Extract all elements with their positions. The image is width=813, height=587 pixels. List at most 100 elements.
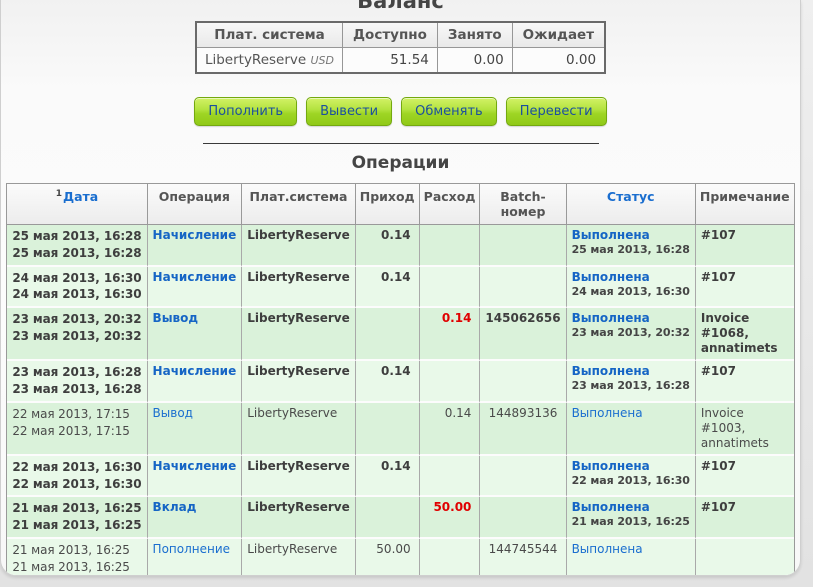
operations-title: Операции (351, 153, 450, 173)
payment-system-cell: LibertyReserve (242, 266, 356, 309)
income-cell (355, 308, 420, 362)
operation-cell: Начисление (147, 455, 243, 498)
content-card: Баланс Плат. система Доступно Занято Ожи… (0, 0, 801, 576)
status-sort-link[interactable]: Статус (607, 189, 655, 204)
status-cell: Выполнена (566, 402, 696, 456)
operation-link[interactable]: Начисление (153, 459, 237, 473)
column-header-operation: Операция (147, 184, 243, 225)
status-cell: Выполнена 23 мая 2013, 20:32 (566, 308, 696, 362)
income-cell (355, 402, 420, 456)
column-header-note: Примечание (695, 184, 794, 225)
column-header-income: Приход (355, 184, 420, 225)
status-date: 23 мая 2013, 16:28 (571, 379, 690, 393)
income-cell: 50.00 (355, 538, 420, 575)
exchange-button[interactable]: Обменять (401, 97, 497, 126)
table-row: 21 мая 2013, 16:25 21 мая 2013, 16:25 По… (7, 538, 794, 575)
status-cell: Выполнена 25 мая 2013, 16:28 (566, 225, 696, 267)
expense-cell: 0.14 (419, 308, 481, 362)
date-cell: 23 мая 2013, 20:32 23 мая 2013, 20:32 (7, 308, 148, 362)
operation-link[interactable]: Вывод (153, 311, 199, 325)
balance-header-busy: Занято (436, 21, 513, 48)
batch-number-cell: 145062656 (480, 308, 567, 362)
batch-number-cell (480, 497, 567, 539)
operation-link[interactable]: Начисление (153, 270, 237, 284)
note-cell: Invoice #1068, annatimets (695, 308, 794, 362)
expense-cell (419, 266, 481, 309)
balance-row: LibertyReserve USD 51.54 0.00 0.00 (195, 47, 606, 74)
withdraw-button[interactable]: Вывести (306, 97, 393, 126)
status-cell: Выполнена (566, 538, 696, 575)
currency-label: USD (310, 54, 335, 67)
status-link[interactable]: Выполнена (572, 311, 650, 325)
table-row: 23 мая 2013, 20:32 23 мая 2013, 20:32 Вы… (7, 308, 794, 362)
status-date: 23 мая 2013, 20:32 (571, 326, 690, 340)
transfer-button[interactable]: Перевести (505, 97, 607, 126)
operation-link[interactable]: Начисление (153, 364, 237, 378)
status-link[interactable]: Выполнена (572, 228, 650, 242)
operations-header-row: 1Дата Операция Плат.система Приход Расхо… (7, 184, 794, 225)
income-cell: 0.14 (355, 266, 420, 309)
date-cell: 21 мая 2013, 16:25 21 мая 2013, 16:25 (7, 497, 148, 539)
batch-number-cell (480, 455, 567, 498)
payment-system-cell: LibertyReserve (242, 497, 356, 539)
table-row: 24 мая 2013, 16:30 24 мая 2013, 16:30 На… (7, 266, 794, 309)
expense-cell (419, 225, 481, 267)
table-row: 23 мая 2013, 16:28 23 мая 2013, 16:28 На… (7, 361, 794, 403)
note-cell: #107 (695, 497, 794, 539)
date-sort-link[interactable]: 1Дата (56, 189, 99, 204)
expense-cell: 0.14 (419, 402, 481, 456)
operation-cell: Пополнение (147, 538, 243, 575)
status-link[interactable]: Выполнена (572, 270, 650, 284)
action-buttons: Пополнить Вывести Обменять Перевести (1, 97, 800, 126)
status-link[interactable]: Выполнена (572, 406, 643, 420)
status-link[interactable]: Выполнена (572, 500, 650, 514)
operation-link[interactable]: Пополнение (153, 542, 230, 556)
note-cell: #107 (695, 225, 794, 267)
deposit-button[interactable]: Пополнить (194, 97, 298, 126)
income-cell: 0.14 (355, 361, 420, 403)
status-cell: Выполнена 22 мая 2013, 16:30 (566, 455, 696, 498)
date-cell: 24 мая 2013, 16:30 24 мая 2013, 16:30 (7, 266, 148, 309)
column-header-batch: Batch-номер (480, 184, 567, 225)
status-link[interactable]: Выполнена (572, 459, 650, 473)
status-link[interactable]: Выполнена (572, 542, 643, 556)
note-cell: #107 (695, 266, 794, 309)
balance-title: Баланс (357, 0, 444, 13)
operation-cell: Вывод (147, 308, 243, 362)
operation-link[interactable]: Вывод (153, 406, 193, 420)
payment-system-cell: LibertyReserve (242, 538, 356, 575)
payment-system-cell: LibertyReserve (242, 308, 356, 362)
date-cell: 22 мая 2013, 16:30 22 мая 2013, 16:30 (7, 455, 148, 498)
status-link[interactable]: Выполнена (572, 364, 650, 378)
section-divider (202, 143, 599, 144)
income-cell: 0.14 (355, 225, 420, 267)
operations-tbody: 25 мая 2013, 16:28 25 мая 2013, 16:28 На… (7, 225, 794, 575)
status-date: 21 мая 2013, 16:25 (571, 515, 690, 529)
status-cell: Выполнена 24 мая 2013, 16:30 (566, 266, 696, 309)
operation-cell: Вклад (147, 497, 243, 539)
batch-number-cell: 144893136 (480, 402, 567, 456)
note-cell: #107 (695, 361, 794, 403)
income-cell: 0.14 (355, 455, 420, 498)
balance-header-system: Плат. система (195, 21, 344, 48)
status-cell: Выполнена 21 мая 2013, 16:25 (566, 497, 696, 539)
operation-cell: Начисление (147, 266, 243, 309)
operation-cell: Начисление (147, 225, 243, 267)
table-row: 22 мая 2013, 17:15 22 мая 2013, 17:15 Вы… (7, 402, 794, 456)
payment-system-name: LibertyReserve (204, 52, 307, 68)
operations-table: 1Дата Операция Плат.система Приход Расхо… (6, 183, 795, 575)
operation-link[interactable]: Вклад (153, 500, 197, 514)
note-cell: #107 (695, 455, 794, 498)
operation-link[interactable]: Начисление (153, 228, 237, 242)
note-cell (695, 538, 794, 575)
expense-cell: 50.00 (419, 497, 481, 539)
status-date: 22 мая 2013, 16:30 (571, 473, 690, 487)
date-cell: 23 мая 2013, 16:28 23 мая 2013, 16:28 (7, 361, 148, 403)
batch-number-cell (480, 225, 567, 267)
status-cell: Выполнена 23 мая 2013, 16:28 (566, 361, 696, 403)
payment-system-cell: LibertyReserve (242, 361, 356, 403)
batch-number-cell (480, 361, 567, 403)
batch-number-cell (480, 266, 567, 309)
operation-cell: Вывод (147, 402, 243, 456)
status-date: 25 мая 2013, 16:28 (571, 243, 690, 256)
